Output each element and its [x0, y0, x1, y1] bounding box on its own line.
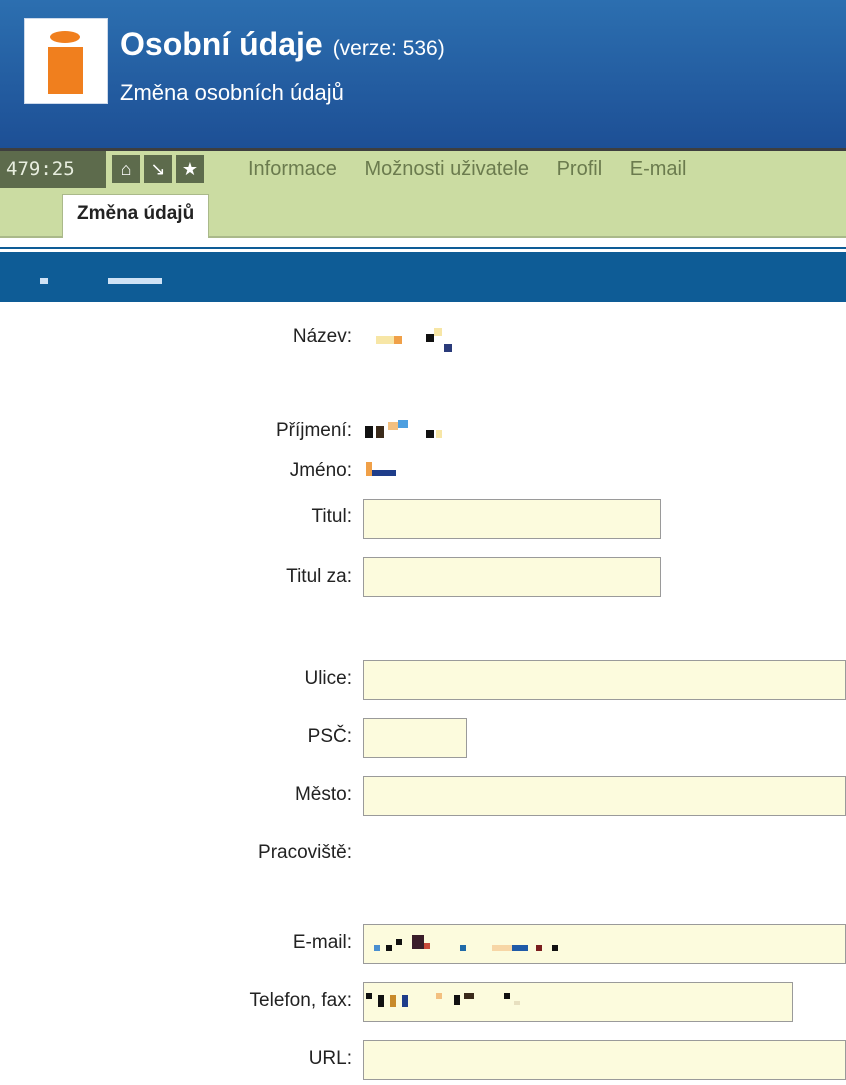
page-subtitle: Změna osobních údajů — [120, 80, 344, 105]
url-input[interactable] — [363, 1040, 846, 1080]
nav-link-email[interactable]: E-mail — [630, 158, 687, 180]
obscured-text — [40, 278, 48, 284]
obscured-text — [108, 278, 162, 284]
page-title-text: Osobní údaje — [120, 26, 323, 62]
titul-za-input[interactable] — [363, 557, 661, 597]
label-email: E-mail: — [292, 932, 352, 953]
label-jmeno: Jméno: — [289, 460, 352, 481]
nav-link-moznosti-uzivatele[interactable]: Možnosti uživatele — [365, 158, 530, 180]
label-nazev: Název: — [292, 326, 352, 347]
tab-zmena-udaju[interactable]: Změna údajů — [62, 194, 210, 238]
tab-bar: Změna údajů — [0, 188, 846, 238]
page-title: Osobní údaje (verze: 536) — [120, 26, 445, 63]
logo-body-shape — [48, 47, 83, 94]
section-strip — [0, 252, 846, 302]
email-input[interactable] — [363, 924, 846, 964]
label-psc: PSČ: — [307, 726, 352, 747]
mesto-input[interactable] — [363, 776, 846, 816]
nav-bar: 479:25 ⌂ ↘ ★ Informace Možnosti uživatel… — [0, 148, 846, 188]
nav-link-profil[interactable]: Profil — [557, 158, 603, 180]
app-logo — [24, 18, 108, 104]
arrow-down-right-icon[interactable]: ↘ — [144, 155, 172, 183]
ulice-input[interactable] — [363, 660, 846, 700]
telefon-input[interactable] — [363, 982, 793, 1022]
label-telefon: Telefon, fax: — [249, 990, 352, 1011]
strip-divider — [0, 247, 846, 249]
label-url: URL: — [308, 1048, 352, 1069]
titul-input[interactable] — [363, 499, 661, 539]
label-mesto: Město: — [294, 784, 352, 805]
logo-top-shape — [50, 31, 80, 43]
star-icon[interactable]: ★ — [176, 155, 204, 183]
version-label: (verze: 536) — [332, 37, 445, 60]
label-titul: Titul: — [311, 506, 352, 527]
nav-links: Informace Možnosti uživatele Profil E-ma… — [248, 151, 708, 188]
app-header: Osobní údaje (verze: 536) Změna osobních … — [0, 0, 846, 148]
nav-link-informace[interactable]: Informace — [248, 158, 337, 180]
label-pracoviste: Pracoviště: — [258, 842, 352, 863]
label-titul-za: Titul za: — [286, 566, 352, 587]
psc-input[interactable] — [363, 718, 467, 758]
label-prijmeni: Příjmení: — [275, 420, 352, 441]
label-ulice: Ulice: — [304, 668, 352, 689]
home-icon[interactable]: ⌂ — [112, 155, 140, 183]
session-counter: 479:25 — [0, 151, 106, 188]
